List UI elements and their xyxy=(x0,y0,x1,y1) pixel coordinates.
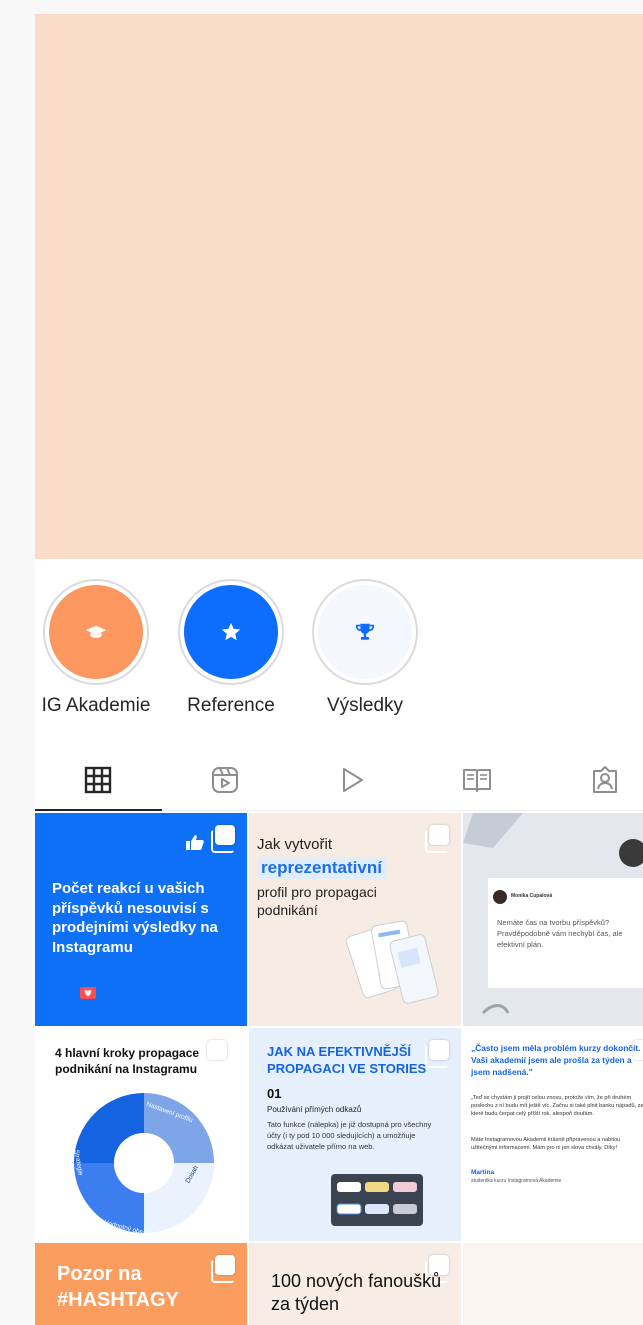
post-quote: „Často jsem měla problém kurzy dokončit.… xyxy=(471,1043,641,1078)
highlight-label: Výsledky xyxy=(326,695,404,716)
phone-mockups-image xyxy=(345,920,439,1004)
profile-tabs xyxy=(35,749,643,811)
post-tile[interactable]: Jak vytvořit reprezentativní profil pro … xyxy=(249,813,461,1026)
post-title: Počet reakcí u vašich příspěvků nesouvis… xyxy=(52,880,218,956)
post-author-name: Monika Cupalová xyxy=(511,893,553,899)
post-tile[interactable]: Monika Cupalová Nemáte čas na tvorbu pří… xyxy=(463,813,643,1026)
post-tile[interactable]: 4 hlavní kroky propagace podnikání na In… xyxy=(35,1028,247,1241)
tab-posts[interactable] xyxy=(38,749,158,811)
steps-diagram xyxy=(74,1093,214,1233)
post-tile[interactable]: JAK NA EFEKTIVNĚJŠÍ PROPAGACI VE STORIES… xyxy=(249,1028,461,1241)
post-author-role: studentka kurzu Instagramová Akademie xyxy=(471,1178,562,1184)
post-body: Máte Instagramovou Akademii krásně připr… xyxy=(471,1137,621,1152)
tagged-person-icon xyxy=(593,766,617,793)
avatar xyxy=(493,890,507,904)
heart-icon xyxy=(80,987,96,999)
highlight-ring xyxy=(312,579,418,685)
story-highlights: IG Akademie Reference Výsledky xyxy=(35,579,643,719)
post-body: „Teď se chystám ji projít celou znovu, p… xyxy=(471,1095,643,1118)
post-step-number: 01 xyxy=(267,1086,282,1101)
highlight-ring xyxy=(43,579,149,685)
post-subtitle: Používání přímých odkazů xyxy=(267,1105,362,1114)
tab-tagged[interactable] xyxy=(545,749,643,811)
post-tile[interactable]: 100 nových fanoušků za týden xyxy=(249,1243,461,1325)
highlight-label: IG Akademie xyxy=(41,695,151,716)
tab-reels[interactable] xyxy=(165,749,285,811)
post-tile[interactable]: „Často jsem měla problém kurzy dokončit.… xyxy=(463,1028,643,1241)
post-text: Nemáte čas na tvorbu příspěvků? Pravděpo… xyxy=(497,918,623,949)
post-tile[interactable]: Pozor na #HASHTAGY xyxy=(35,1243,247,1325)
post-title: JAK NA EFEKTIVNĚJŠÍ PROPAGACI VE STORIES xyxy=(267,1044,427,1076)
play-icon xyxy=(343,768,363,792)
trophy-icon xyxy=(355,623,375,640)
highlight-cover xyxy=(49,585,143,679)
highlight-vysledky[interactable]: Výsledky xyxy=(305,579,425,717)
tab-active-indicator xyxy=(35,809,162,811)
carousel-icon xyxy=(211,825,235,853)
highlight-ig-akademie[interactable]: IG Akademie xyxy=(36,579,156,717)
post-author-name: Martina xyxy=(471,1169,495,1176)
post-title: Pozor na #HASHTAGY xyxy=(57,1263,179,1311)
graduation-cap-icon xyxy=(85,625,107,638)
tab-guides[interactable] xyxy=(417,749,537,811)
grid-icon xyxy=(84,766,112,794)
stickers-image xyxy=(331,1174,423,1226)
carousel-icon xyxy=(425,825,449,853)
profile-page: IG Akademie Reference Výsledky Počet rea… xyxy=(35,14,643,1325)
highlight-ring xyxy=(178,579,284,685)
highlight-cover xyxy=(318,585,412,679)
guide-icon xyxy=(463,769,491,792)
post-tile[interactable]: Počet reakcí u vašich příspěvků nesouvis… xyxy=(35,813,247,1026)
profile-header-banner xyxy=(35,14,643,559)
highlight-label: Reference xyxy=(187,695,275,716)
post-title: 4 hlavní kroky propagace podnikání na In… xyxy=(55,1046,200,1076)
tab-videos[interactable] xyxy=(292,749,412,811)
post-tile[interactable] xyxy=(463,1243,643,1325)
highlight-cover xyxy=(184,585,278,679)
post-title-highlight: reprezentativní xyxy=(257,857,386,880)
top-strip xyxy=(0,0,643,14)
post-title-line: Jak vytvořit xyxy=(257,836,333,853)
post-body: Tato funkce (nálepka) je již dostupná pr… xyxy=(267,1120,432,1151)
star-icon xyxy=(221,622,241,641)
reels-icon xyxy=(212,767,238,793)
highlight-reference[interactable]: Reference xyxy=(171,579,291,717)
thumbs-up-icon xyxy=(186,835,204,850)
post-title: 100 nových fanoušků za týden xyxy=(271,1271,442,1315)
